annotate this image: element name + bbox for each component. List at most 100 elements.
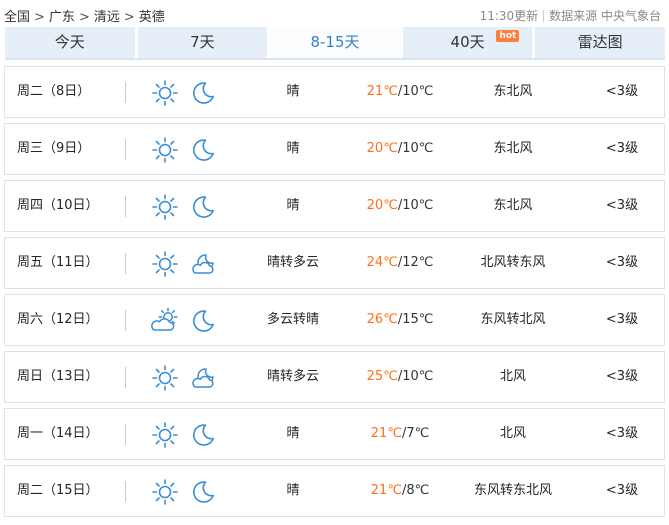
moon-icon [189,193,217,221]
temperature-low: /10℃ [397,141,434,156]
temperature-high: 25℃ [366,369,398,384]
breadcrumb-item-city[interactable]: 清远 [94,10,120,25]
forecast-tabs: 今天 7天 8-15天 40天 hot 雷达图 [5,27,665,60]
hot-badge: hot [496,30,520,42]
sun-icon [151,250,179,278]
sun-icon [151,193,179,221]
sun-icon [151,79,179,107]
row-divider [125,481,126,502]
wind-direction: 东北风 [493,198,533,213]
temperature-low: /12℃ [397,255,434,270]
weather-description: 晴转多云 [266,255,319,270]
tab-label: 7天 [190,33,215,51]
breadcrumb-item-province[interactable]: 广东 [49,10,75,25]
temperature-low: /10℃ [397,198,434,213]
forecast-list: 周二（8日） 晴 21℃/10℃ 东北风 <3级 周三（9日） 晴 20℃/10… [4,66,665,522]
tabs-underline [5,58,665,60]
sun-icon [151,136,179,164]
weather-description: 多云转晴 [266,312,319,327]
temperature-low: /7℃ [401,426,430,441]
wind-direction: 东风转北风 [480,312,546,327]
forecast-row: 周五（11日） 晴转多云 24℃/12℃ 北风转东风 <3级 [4,237,665,289]
forecast-row: 周二（8日） 晴 21℃/10℃ 东北风 <3级 [4,66,665,118]
forecast-row: 周四（10日） 晴 20℃/10℃ 东北风 <3级 [4,180,665,232]
tab-radar[interactable]: 雷达图 [535,27,665,58]
breadcrumb-item-county[interactable]: 英德 [139,10,165,25]
update-time: 11:30更新 [479,9,539,23]
wind-direction: 东北风 [493,141,533,156]
wind-level: <3级 [605,84,639,99]
day-date: 周二（8日） [17,84,91,99]
wind-level: <3级 [605,483,639,498]
breadcrumb: 全国 > 广东 > 清远 > 英德 [4,6,165,25]
temperature: 25℃/10℃ [350,352,450,402]
temperature: 21℃/7℃ [350,409,450,459]
moon-icon [189,421,217,449]
wind-direction: 东风转东北风 [473,483,552,498]
weather-description: 晴 [286,426,300,441]
top-bar: 全国 > 广东 > 清远 > 英德 11:30更新 数据来源 中央气象台 [0,0,669,27]
row-divider [125,310,126,331]
temperature: 20℃/10℃ [350,124,450,174]
weather-description: 晴 [286,483,300,498]
tab-label: 8-15天 [310,33,360,51]
tab-today[interactable]: 今天 [5,27,135,58]
tab-label: 今天 [54,33,85,51]
day-date: 周四（10日） [17,198,99,213]
temperature-low: /10℃ [397,369,434,384]
moon-cloud-icon [189,364,217,392]
tab-label: 40天 [450,33,485,51]
breadcrumb-separator: > [34,10,45,25]
temperature-high: 26℃ [366,312,398,327]
day-date: 周五（11日） [17,255,99,270]
moon-icon [189,307,217,335]
temperature-high: 21℃ [370,483,402,498]
tab-8-15-days[interactable]: 8-15天 [270,27,400,58]
wind-direction: 北风转东风 [480,255,546,270]
temperature-low: /15℃ [397,312,434,327]
row-divider [125,253,126,274]
breadcrumb-separator: > [78,10,90,25]
wind-direction: 东北风 [493,84,533,99]
weather-description: 晴 [286,198,300,213]
temperature-high: 21℃ [366,84,398,99]
temperature: 26℃/15℃ [350,295,450,345]
temperature-high: 24℃ [366,255,398,270]
tab-40-days[interactable]: 40天 hot [402,27,533,58]
tab-label: 雷达图 [577,33,623,51]
meta-divider [543,10,545,22]
temperature: 24℃/12℃ [350,238,450,288]
row-divider [125,139,126,160]
forecast-row: 周三（9日） 晴 20℃/10℃ 东北风 <3级 [4,123,665,175]
sun-cloud-icon [151,307,179,335]
row-divider [125,82,126,103]
wind-level: <3级 [605,141,639,156]
moon-cloud-icon [189,250,217,278]
breadcrumb-item-country[interactable]: 全国 [4,10,30,25]
sun-icon [151,364,179,392]
temperature-high: 20℃ [366,198,398,213]
wind-level: <3级 [605,312,639,327]
temperature: 21℃/8℃ [350,466,450,516]
wind-direction: 北风 [499,369,526,384]
sun-icon [151,478,179,506]
day-date: 周一（14日） [17,426,99,441]
forecast-row: 周二（15日） 晴 21℃/8℃ 东风转东北风 <3级 [4,465,665,517]
wind-level: <3级 [605,255,639,270]
row-divider [125,196,126,217]
temperature: 21℃/10℃ [350,67,450,117]
tab-7-days[interactable]: 7天 [137,27,268,58]
day-date: 周二（15日） [17,483,99,498]
weather-description: 晴转多云 [266,369,319,384]
row-divider [125,424,126,445]
moon-icon [189,136,217,164]
wind-direction: 北风 [499,426,526,441]
breadcrumb-separator: > [123,10,135,25]
wind-level: <3级 [605,369,639,384]
forecast-row: 周日（13日） 晴转多云 25℃/10℃ 北风 <3级 [4,351,665,403]
wind-level: <3级 [605,198,639,213]
forecast-row: 周一（14日） 晴 21℃/7℃ 北风 <3级 [4,408,665,460]
temperature-high: 21℃ [370,426,402,441]
forecast-row: 周六（12日） 多云转晴 26℃/15℃ 东风转北风 <3级 [4,294,665,346]
update-meta: 11:30更新 数据来源 中央气象台 [480,7,661,24]
